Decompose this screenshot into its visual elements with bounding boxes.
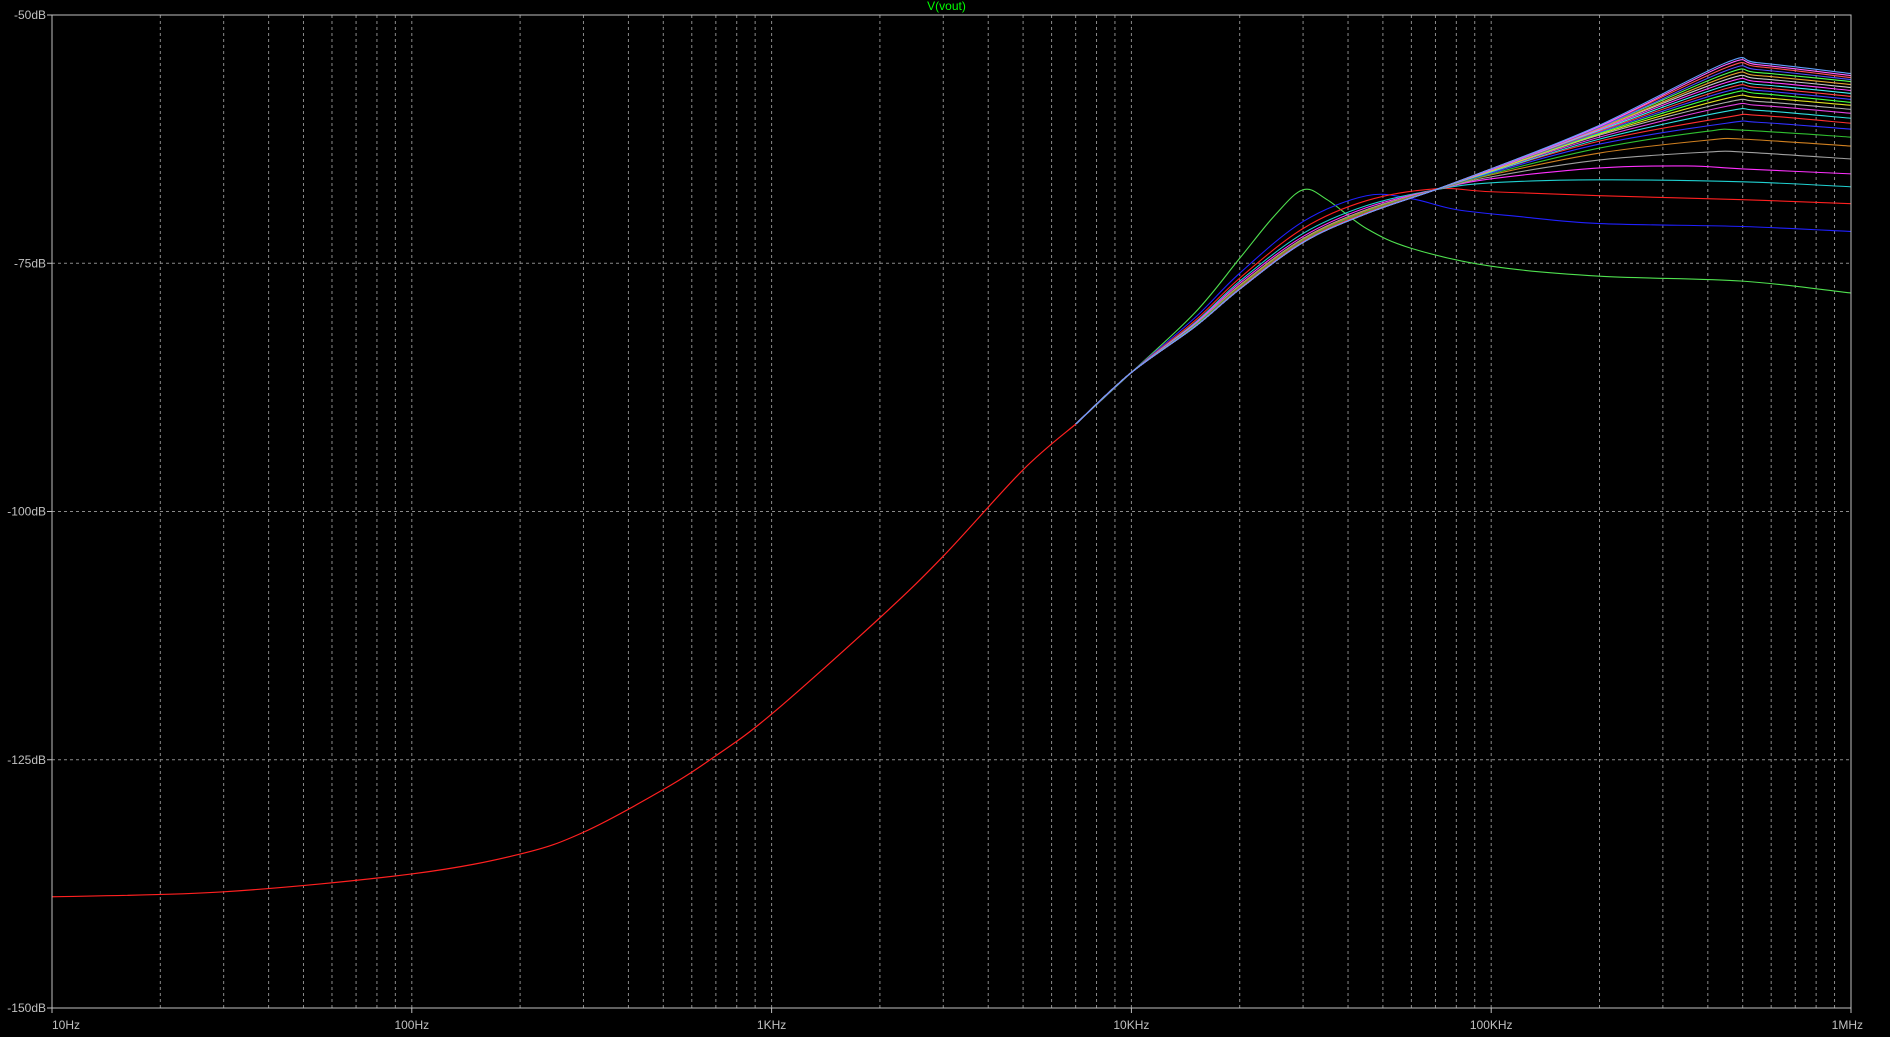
- bode-plot: -50dB -75dB -100dB -125dB -150dB 10Hz 100Hz 1K…: [0, 0, 1890, 1037]
- x-tick-label: 1KHz: [757, 1018, 786, 1032]
- x-tick-label: 100KHz: [1470, 1018, 1513, 1032]
- chart-title[interactable]: V(vout): [927, 0, 966, 13]
- x-tick-label: 10Hz: [52, 1018, 80, 1032]
- y-tick-label: -50dB: [14, 8, 46, 22]
- x-tick-label: 10KHz: [1113, 1018, 1149, 1032]
- y-tick-label: -125dB: [7, 753, 46, 767]
- y-tick-label: -75dB: [14, 256, 46, 270]
- x-tick-label: 100Hz: [394, 1018, 429, 1032]
- y-tick-label: -100dB: [7, 505, 46, 519]
- x-tick-label: 1MHz: [1832, 1018, 1863, 1032]
- y-tick-label: -150dB: [7, 1001, 46, 1015]
- plot-background: [0, 0, 1890, 1037]
